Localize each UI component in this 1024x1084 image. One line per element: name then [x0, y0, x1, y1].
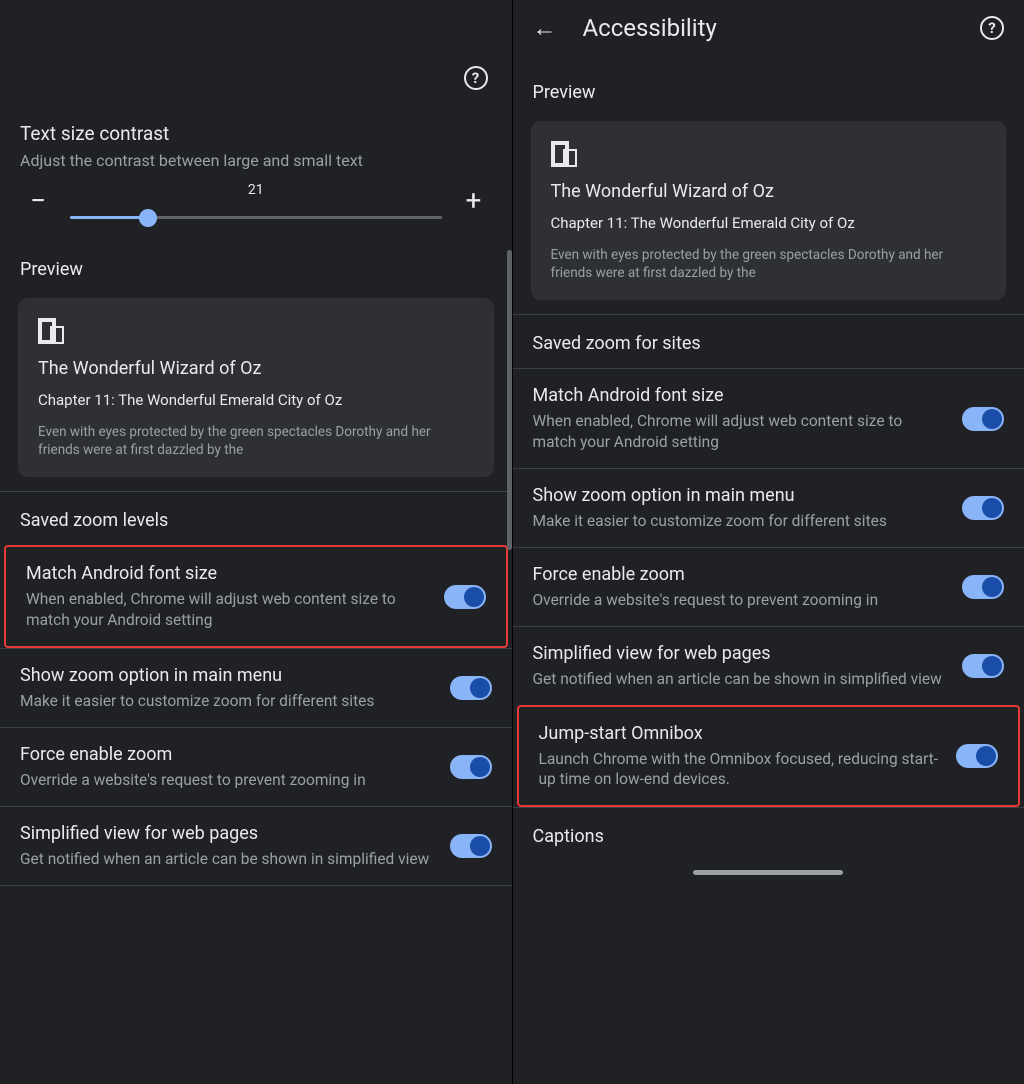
- preview-heading: Preview: [0, 241, 512, 294]
- left-pane: ? Text size contrast Adjust the contrast…: [0, 0, 513, 1084]
- preview-chapter: Chapter 11: The Wonderful Emerald City o…: [551, 214, 987, 232]
- preview-card: The Wonderful Wizard of Oz Chapter 11: T…: [531, 121, 1007, 300]
- row-title: Force enable zoom: [20, 744, 434, 765]
- right-titlebar: ← Accessibility ?: [513, 0, 1024, 56]
- building-icon: [551, 141, 575, 163]
- text-size-contrast-title: Text size contrast: [20, 122, 492, 145]
- row-desc: Make it easier to customize zoom for dif…: [20, 691, 434, 711]
- row-title: Show zoom option in main menu: [20, 665, 434, 686]
- row-desc: Get notified when an article can be show…: [533, 669, 947, 689]
- force-enable-zoom-row[interactable]: Force enable zoom Override a website's r…: [513, 547, 1024, 626]
- help-icon[interactable]: ?: [462, 64, 490, 92]
- help-icon[interactable]: ?: [978, 14, 1006, 42]
- match-android-font-size-toggle[interactable]: [962, 407, 1004, 431]
- preview-book-title: The Wonderful Wizard of Oz: [38, 358, 474, 379]
- match-android-font-size-row[interactable]: Match Android font size When enabled, Ch…: [513, 368, 1024, 467]
- row-desc: Get notified when an article can be show…: [20, 849, 434, 869]
- show-zoom-option-row[interactable]: Show zoom option in main menu Make it ea…: [0, 648, 512, 727]
- force-enable-zoom-row[interactable]: Force enable zoom Override a website's r…: [0, 727, 512, 806]
- jump-start-omnibox-highlight: Jump-start Omnibox Launch Chrome with th…: [517, 705, 1021, 807]
- force-enable-zoom-toggle[interactable]: [450, 755, 492, 779]
- preview-book-title: The Wonderful Wizard of Oz: [551, 181, 987, 202]
- text-contrast-slider[interactable]: 21: [70, 182, 442, 219]
- row-desc: Launch Chrome with the Omnibox focused, …: [539, 749, 941, 789]
- row-title: Force enable zoom: [533, 564, 947, 585]
- force-enable-zoom-toggle[interactable]: [962, 575, 1004, 599]
- home-indicator[interactable]: [693, 870, 843, 875]
- row-desc: Override a website's request to prevent …: [20, 770, 434, 790]
- simplified-view-toggle[interactable]: [962, 654, 1004, 678]
- jump-start-omnibox-row[interactable]: Jump-start Omnibox Launch Chrome with th…: [519, 707, 1019, 805]
- saved-zoom-levels-heading[interactable]: Saved zoom levels: [0, 491, 512, 545]
- jump-start-omnibox-toggle[interactable]: [956, 744, 998, 768]
- slider-value: 21: [70, 182, 442, 198]
- row-desc: Override a website's request to prevent …: [533, 590, 947, 610]
- back-icon[interactable]: ←: [531, 14, 559, 42]
- show-zoom-option-toggle[interactable]: [962, 496, 1004, 520]
- saved-zoom-for-sites-heading[interactable]: Saved zoom for sites: [513, 314, 1024, 368]
- match-android-font-size-highlight: Match Android font size When enabled, Ch…: [4, 545, 508, 647]
- plus-icon[interactable]: +: [460, 184, 488, 217]
- left-titlebar: ?: [0, 0, 512, 106]
- preview-card: The Wonderful Wizard of Oz Chapter 11: T…: [18, 298, 494, 477]
- show-zoom-option-row[interactable]: Show zoom option in main menu Make it ea…: [513, 468, 1024, 547]
- match-android-font-size-row[interactable]: Match Android font size When enabled, Ch…: [6, 547, 506, 645]
- row-title: Match Android font size: [533, 385, 947, 406]
- row-title: Jump-start Omnibox: [539, 723, 941, 744]
- row-desc: Make it easier to customize zoom for dif…: [533, 511, 947, 531]
- row-title: Show zoom option in main menu: [533, 485, 947, 506]
- row-desc: When enabled, Chrome will adjust web con…: [533, 411, 947, 451]
- row-title: Simplified view for web pages: [533, 643, 947, 664]
- match-android-font-size-toggle[interactable]: [444, 585, 486, 609]
- minus-icon[interactable]: −: [24, 184, 52, 217]
- show-zoom-option-toggle[interactable]: [450, 676, 492, 700]
- building-icon: [38, 318, 62, 340]
- simplified-view-toggle[interactable]: [450, 834, 492, 858]
- preview-body: Even with eyes protected by the green sp…: [38, 423, 474, 459]
- nav-bar: [513, 861, 1024, 883]
- row-title: Simplified view for web pages: [20, 823, 434, 844]
- preview-chapter: Chapter 11: The Wonderful Emerald City o…: [38, 391, 474, 409]
- text-size-contrast-section: Text size contrast Adjust the contrast b…: [0, 106, 512, 182]
- row-title: Match Android font size: [26, 563, 428, 584]
- page-title: Accessibility: [583, 14, 717, 42]
- right-pane: ← Accessibility ? Preview The Wonderful …: [513, 0, 1024, 1084]
- text-size-contrast-subtitle: Adjust the contrast between large and sm…: [20, 151, 492, 170]
- row-desc: When enabled, Chrome will adjust web con…: [26, 589, 428, 629]
- scrollbar-indicator[interactable]: [507, 250, 512, 550]
- preview-body: Even with eyes protected by the green sp…: [551, 246, 987, 282]
- captions-heading[interactable]: Captions: [513, 807, 1024, 861]
- slider-thumb[interactable]: [139, 209, 157, 227]
- simplified-view-row[interactable]: Simplified view for web pages Get notifi…: [0, 806, 512, 885]
- simplified-view-row[interactable]: Simplified view for web pages Get notifi…: [513, 626, 1024, 705]
- text-contrast-slider-row: − 21 +: [0, 182, 512, 241]
- preview-heading: Preview: [513, 56, 1024, 117]
